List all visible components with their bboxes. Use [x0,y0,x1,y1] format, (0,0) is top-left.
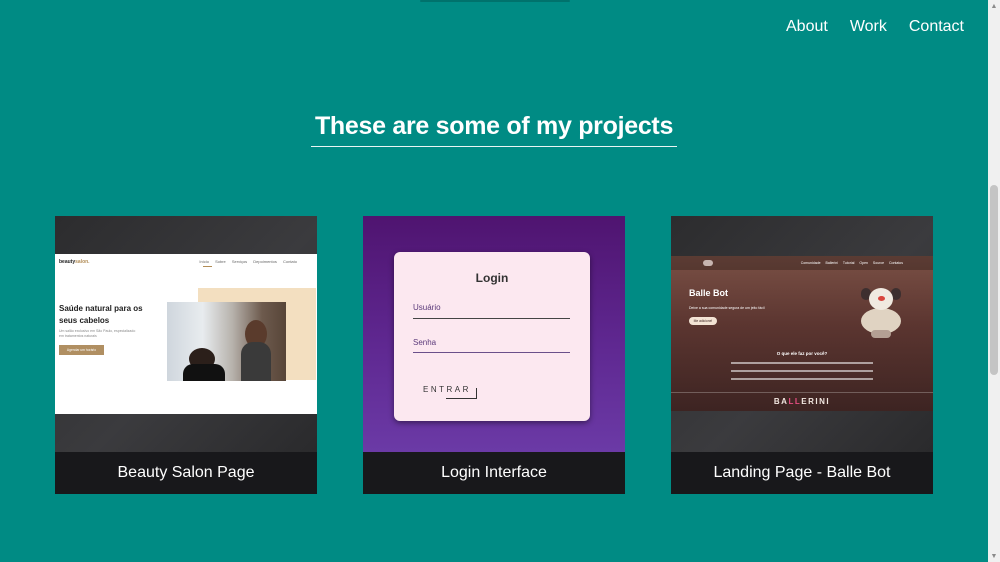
balle-question: O que ele faz por você? [776,351,828,356]
balle-subtext: Deixe a sua comunidade segura de um jeit… [689,306,765,310]
bot-base-icon [871,330,891,338]
project-card-balle-bot[interactable]: Comunidade Ballerini Tutorial Open Sourc… [671,216,933,494]
login-form-preview: Login Usuário Senha ENTRAR [394,252,590,421]
login-password-underline [413,352,570,353]
project-thumbnail[interactable]: Comunidade Ballerini Tutorial Open Sourc… [671,216,933,452]
project-card-beauty-salon[interactable]: beautysalon. Início Sobre Serviços Depoi… [55,216,317,494]
project-thumbnail[interactable]: Login Usuário Senha ENTRAR [363,216,625,452]
login-user-underline [413,318,570,319]
project-caption: Beauty Salon Page [55,452,317,494]
vertical-scrollbar[interactable]: ▲ ▼ [988,0,1000,562]
top-shadow [420,0,570,2]
balle-feature-line [731,370,873,372]
balle-preview: Comunidade Ballerini Tutorial Open Sourc… [671,256,933,411]
nav-work-link[interactable]: Work [850,18,887,36]
balle-add-button: Me adicione! [689,317,717,325]
project-caption: Login Interface [363,452,625,494]
salon-photo [167,302,286,381]
client-body [183,364,225,381]
login-password-label: Senha [413,338,437,347]
project-caption: Landing Page - Balle Bot [671,452,933,494]
balle-brand-logo: BALLERINI [773,397,831,406]
project-thumbnail[interactable]: beautysalon. Início Sobre Serviços Depoi… [55,216,317,452]
login-title: Login [475,271,509,285]
balle-logo-icon [703,260,713,266]
login-user-label: Usuário [413,303,441,312]
scroll-down-icon[interactable]: ▼ [988,550,1000,562]
salon-preview: beautysalon. Início Sobre Serviços Depoi… [55,254,317,414]
scrollbar-thumb[interactable] [990,185,998,375]
balle-nav: Comunidade Ballerini Tutorial Open Sourc… [800,261,903,265]
salon-subtext: Um salão exclusivo em São Paulo, especia… [59,329,136,338]
section-title: These are some of my projects [314,112,674,140]
stylist-body [241,342,271,381]
nav-contact-link[interactable]: Contact [909,18,964,36]
salon-headline: Saúde natural para os seus cabelos [59,304,143,325]
login-button-border [446,388,477,399]
balle-feature-line [731,378,873,380]
balle-feature-line [731,362,873,364]
bot-nose-icon [878,296,885,301]
salon-nav: Início Sobre Serviços Depoimentos Contat… [199,259,297,264]
nav-about-link[interactable]: About [786,18,828,36]
title-underline [311,146,677,147]
main-nav: About Work Contact [786,18,964,36]
project-card-login-interface[interactable]: Login Usuário Senha ENTRAR Login Interfa… [363,216,625,494]
balle-title: Balle Bot [689,288,729,298]
salon-nav-active-indicator [203,266,212,267]
balle-footer-divider [671,392,933,393]
salon-cta-button: Agendar um horário [59,345,104,355]
salon-logo: beautysalon. [59,259,90,265]
scroll-up-icon[interactable]: ▲ [988,0,1000,12]
